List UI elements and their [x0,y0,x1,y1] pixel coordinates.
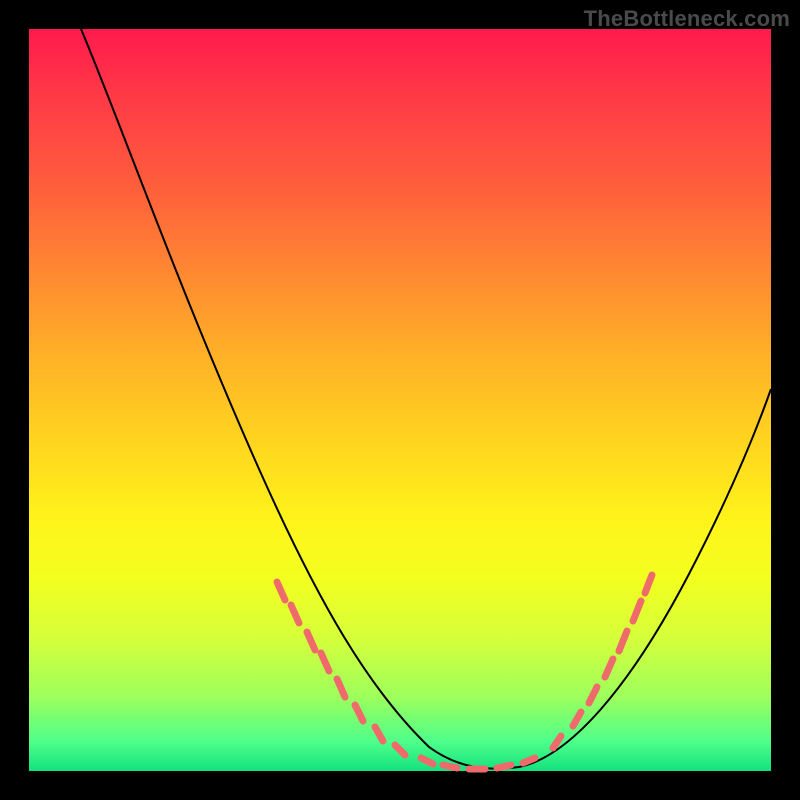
bottleneck-curve [81,29,771,769]
left-marker-cluster [277,582,405,755]
chart-frame: TheBottleneck.com [0,0,800,800]
chart-svg [29,29,771,771]
